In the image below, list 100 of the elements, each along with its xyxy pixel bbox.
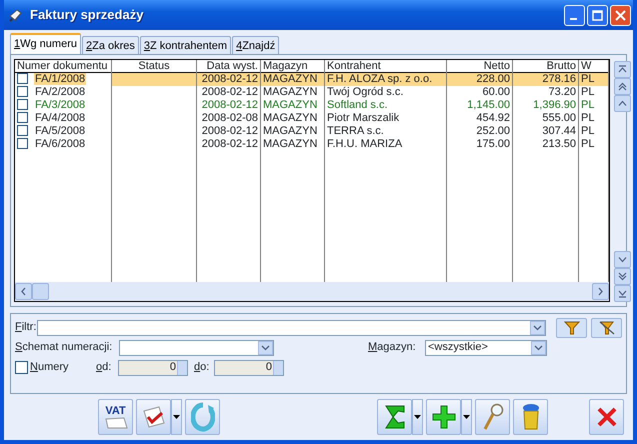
row-checkbox[interactable] (17, 112, 28, 123)
scroll-up-button[interactable] (614, 95, 631, 112)
table-cell-text: MAGAZYN (262, 99, 318, 112)
magnifier-icon (482, 403, 504, 431)
row-checkbox[interactable] (17, 138, 28, 149)
tab[interactable]: 4Znajdź (232, 36, 280, 54)
warehouse-value: <wszystkie> (428, 340, 488, 356)
table-cell-text: Twój Ogród s.c. (326, 86, 404, 99)
row-checkbox[interactable] (17, 99, 28, 110)
table-cell-text: PL (580, 138, 596, 151)
table-cell-text: 1,145.00 (466, 99, 511, 112)
filter-label: Filtr: (15, 320, 37, 336)
table-cell: PL (579, 73, 608, 86)
table-cell-text: 2008-02-12 (200, 138, 259, 151)
page-up-button[interactable] (614, 78, 631, 95)
plus-icon (432, 405, 456, 429)
scroll-right-button[interactable] (592, 283, 609, 300)
dropdown-button[interactable] (412, 399, 423, 435)
warehouse-field[interactable]: <wszystkie> (425, 340, 547, 356)
from-value: 0 (170, 360, 176, 376)
filter-button[interactable] (556, 318, 588, 338)
close-icon (615, 10, 626, 20)
table-cell-text: MAGAZYN (262, 125, 318, 138)
table-cell: MAGAZYN (261, 73, 324, 86)
filter-field[interactable] (36, 320, 546, 336)
table-cell-text: PL (580, 99, 596, 112)
table-cell-text: TERRA s.c. (326, 125, 385, 138)
row-checkbox[interactable] (17, 73, 28, 84)
maximize-icon (592, 10, 603, 20)
table-cell-text: Piotr Marszalik (326, 112, 400, 125)
table-cell: FA/6/2008 (34, 138, 86, 150)
chevron-left-icon (20, 287, 27, 296)
table-cell: 228.00 (447, 73, 512, 86)
double-chevron-up-icon (618, 82, 627, 91)
table-cell-text: 60.00 (481, 86, 511, 99)
chevron-down-icon (534, 344, 543, 350)
table-cell: 2008-02-12 (197, 73, 260, 86)
table-cell-text: PL (580, 112, 596, 125)
funnel-wand-icon (598, 320, 616, 334)
table-cell-text: 454.92 (475, 112, 511, 125)
numbering-scheme-label: Schemat numeracji: (15, 340, 114, 356)
table-cell-text: Softland s.c. (326, 99, 389, 112)
numbering-scheme-field[interactable] (119, 340, 274, 356)
sum-button[interactable] (377, 399, 412, 435)
close-button[interactable] (589, 399, 624, 435)
document-icon (8, 7, 24, 23)
table-cell-text: MAGAZYN (262, 138, 318, 151)
table-cell-text: 2008-02-12 (200, 86, 259, 99)
sigma-icon (384, 404, 406, 430)
trash-button[interactable] (513, 399, 548, 435)
scroll-bottom-icon (618, 289, 627, 298)
page-down-button[interactable] (614, 268, 631, 285)
tab[interactable]: 3Z kontrahentem (140, 36, 232, 54)
table-cell-text: MAGAZYN (262, 86, 318, 99)
table-cell-text: 1,396.90 (532, 99, 577, 112)
table-cell-text: 213.50 (541, 138, 577, 151)
to-field[interactable]: 0 (214, 360, 284, 376)
from-label: od: (96, 360, 112, 376)
dropdown-button[interactable] (461, 399, 472, 435)
dropdown-button[interactable] (171, 399, 182, 435)
add-button[interactable] (426, 399, 461, 435)
table-cell-text: 2008-02-12 (200, 125, 259, 138)
view-button[interactable] (475, 399, 510, 435)
clear-filter-button[interactable] (591, 318, 622, 338)
maximize-button[interactable] (587, 4, 608, 26)
table-cell-text: 175.00 (475, 138, 511, 151)
table-cell-text: 2008-02-08 (200, 112, 259, 125)
to-label: do: (194, 360, 210, 376)
scroll-top-icon (618, 65, 627, 74)
from-field[interactable]: 0 (118, 360, 188, 376)
approve-button[interactable] (136, 399, 171, 435)
scroll-down-button[interactable] (614, 251, 631, 268)
scroll-bottom-button[interactable] (614, 285, 631, 302)
caret-icon (173, 415, 180, 419)
window-title: Faktury sprzedaży (30, 6, 144, 24)
chevron-right-icon (597, 287, 604, 296)
chevron-down-icon (533, 324, 542, 330)
tab[interactable]: 2Za okres (82, 36, 139, 54)
double-chevron-down-icon (618, 272, 627, 281)
warehouse-label: Magazyn: (368, 340, 417, 356)
table-cell: FA/1/2008 (34, 73, 86, 85)
minimize-button[interactable] (564, 4, 585, 26)
scroll-thumb[interactable] (32, 283, 49, 300)
table-cell: 278.16 (513, 73, 578, 86)
scroll-left-button[interactable] (15, 283, 32, 300)
document-icon (104, 416, 128, 428)
tab[interactable]: 1Wg numeru (10, 33, 81, 54)
table-cell-text: PL (580, 125, 596, 138)
funnel-icon (564, 320, 580, 334)
row-checkbox[interactable] (17, 125, 28, 136)
scroll-top-button[interactable] (614, 61, 631, 78)
table-cell-text: 2008-02-12 (200, 99, 259, 112)
numbers-checkbox[interactable] (15, 361, 28, 374)
table-cell-text: F.H.U. MARIZA (326, 138, 404, 151)
table-cell-text: PL (580, 86, 596, 99)
row-checkbox[interactable] (17, 86, 28, 97)
horizontal-scrollbar[interactable] (15, 282, 609, 301)
table-cell: F.H. ALOZA sp. z o.o. (325, 73, 446, 86)
vat-button[interactable]: VAT (98, 399, 133, 435)
table-cell: FA/5/2008 (34, 125, 86, 137)
